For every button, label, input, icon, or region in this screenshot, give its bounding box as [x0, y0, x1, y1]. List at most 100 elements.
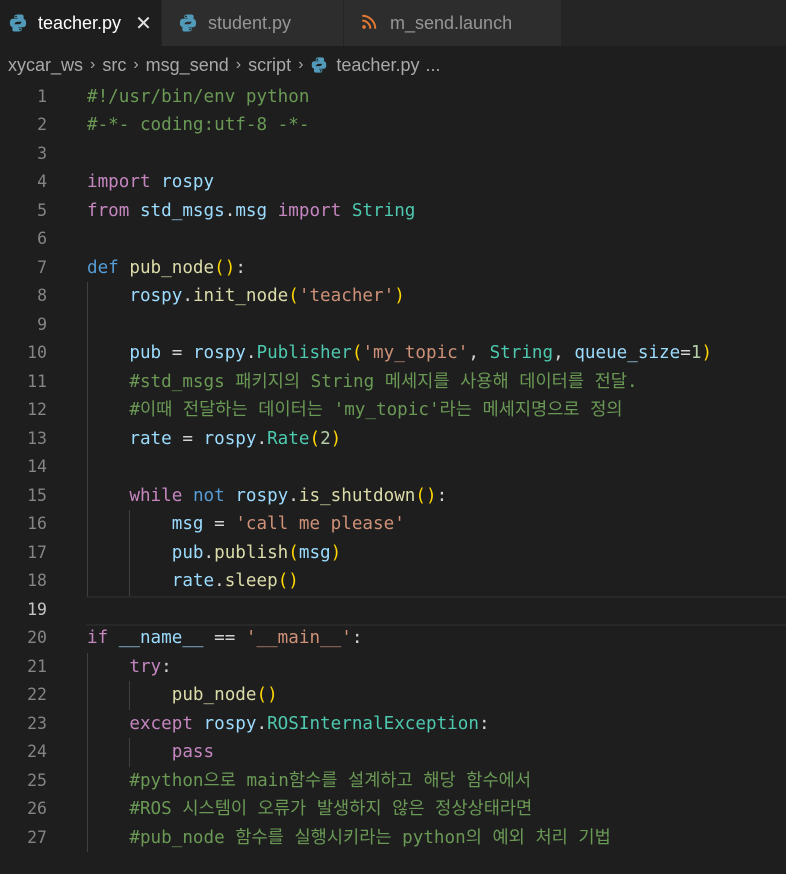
- chevron-right-icon: ›: [235, 56, 242, 73]
- code-text: while not rospy.is_shutdown():: [129, 485, 448, 506]
- line-number: 24: [27, 742, 47, 761]
- code-text: pass: [171, 742, 215, 762]
- line-number: 2: [37, 115, 47, 134]
- code-text: try:: [129, 656, 172, 677]
- code-text: pub_node(): [171, 685, 278, 705]
- code-text: rate.sleep(): [171, 571, 299, 591]
- code-line[interactable]: 3: [0, 140, 786, 169]
- line-number: 3: [37, 143, 47, 163]
- code-line[interactable]: 27 #pub_node 함수를 실행시키라는 python의 예외 처리 기법: [0, 824, 786, 853]
- code-text: rospy.init_node('teacher'): [129, 286, 405, 306]
- code-text: rate = rospy.Rate(2): [129, 428, 342, 449]
- close-icon[interactable]: ✕: [135, 11, 152, 36]
- code-text: #std_msgs 패키지의 String 메세지를 사용해 데이터를 전달.: [129, 371, 638, 392]
- line-number: 10: [27, 343, 47, 362]
- indent-guide: [87, 282, 88, 596]
- line-number: 1: [37, 86, 47, 106]
- line-number: 12: [27, 400, 47, 419]
- tab-label: m_send.launch: [390, 12, 513, 33]
- code-text: msg = 'call me please': [171, 514, 405, 534]
- chevron-right-icon: ›: [133, 56, 139, 73]
- line-number: 18: [27, 571, 47, 590]
- tab-label: teacher.py: [38, 12, 122, 33]
- breadcrumb: xycar_ws › src › msg_send › script › teacher.py.…: [0, 46, 786, 84]
- code-line[interactable]: 6: [0, 225, 786, 254]
- code-line[interactable]: 18 rate.sleep(): [0, 567, 786, 596]
- code-text: pub = rospy.Publisher('my_topic', String…: [129, 343, 713, 363]
- code-text: #pub_node 함수를 실행시키라는 python의 예외 처리 기법: [129, 827, 611, 848]
- breadcrumb-item[interactable]: script: [248, 55, 291, 76]
- code-line[interactable]: 24 pass: [0, 738, 786, 767]
- code-line[interactable]: 13 rate = rospy.Rate(2): [0, 425, 786, 454]
- code-text: except rospy.ROSInternalException:: [129, 713, 490, 734]
- code-line[interactable]: 9: [0, 311, 786, 340]
- code-text: import rospy: [87, 172, 215, 192]
- line-number: 15: [27, 485, 47, 505]
- line-number: 17: [27, 542, 47, 562]
- code-text: #python으로 main함수를 설계하고 해당 함수에서: [129, 770, 532, 791]
- tab-teacher-py[interactable]: teacher.py ✕: [0, 0, 162, 46]
- code-line[interactable]: 16 msg = 'call me please': [0, 510, 786, 539]
- code-text: #ROS 시스템이 오류가 발생하지 않은 정상상태라면: [129, 799, 533, 819]
- line-number: 11: [27, 371, 47, 391]
- line-number: 9: [37, 314, 47, 334]
- code-line[interactable]: 2 #-*- coding:utf-8 -*-: [0, 111, 786, 140]
- code-line[interactable]: 26 #ROS 시스템이 오류가 발생하지 않은 정상상태라면: [0, 795, 786, 824]
- indent-guide: [129, 681, 131, 710]
- line-number: 16: [27, 514, 47, 533]
- code-text: from std_msgs.msg import String: [87, 200, 416, 221]
- chevron-right-icon: ›: [298, 56, 304, 73]
- code-line[interactable]: 15 while not rospy.is_shutdown():: [0, 482, 786, 511]
- line-number: 13: [27, 428, 47, 448]
- code-line[interactable]: 11 #std_msgs 패키지의 String 메세지를 사용해 데이터를 전…: [0, 368, 786, 397]
- code-text: #-*- coding:utf-8 -*-: [87, 115, 310, 135]
- code-text: #이때 전달하는 데이터는 'my_topic'라는 메세지명으로 정의: [129, 400, 623, 420]
- tab-m-send-launch[interactable]: m_send.launch: [344, 0, 562, 46]
- breadcrumb-item[interactable]: ...: [425, 55, 440, 76]
- line-number: 22: [27, 685, 47, 704]
- line-number: 14: [27, 457, 47, 476]
- code-line[interactable]: 10 pub = rospy.Publisher('my_topic', Str…: [0, 339, 786, 368]
- code-line[interactable]: 1 #!/usr/bin/env python: [0, 84, 786, 111]
- line-number: 25: [27, 770, 47, 790]
- code-line[interactable]: 5 from std_msgs.msg import String: [0, 197, 786, 226]
- code-line[interactable]: 19: [0, 596, 786, 625]
- tab-student-py[interactable]: student.py: [162, 0, 344, 46]
- breadcrumb-item[interactable]: msg_send: [146, 55, 229, 76]
- line-number: 19: [27, 599, 47, 619]
- tab-label: student.py: [208, 12, 292, 33]
- breadcrumb-item[interactable]: src: [102, 55, 126, 76]
- line-number: 4: [37, 172, 47, 191]
- line-number: 5: [37, 200, 47, 220]
- chevron-right-icon: ›: [90, 56, 96, 73]
- tab-bar: teacher.py ✕ student.py m_send.launch: [0, 0, 786, 46]
- line-number: 8: [37, 286, 47, 305]
- code-line[interactable]: 8 rospy.init_node('teacher'): [0, 282, 786, 311]
- code-line[interactable]: 7 def pub_node():: [0, 254, 786, 283]
- code-line[interactable]: 14: [0, 453, 786, 482]
- code-line[interactable]: 4 import rospy: [0, 168, 786, 197]
- line-number: 27: [27, 827, 47, 847]
- code-line[interactable]: 22 pub_node(): [0, 681, 786, 710]
- python-icon: [8, 13, 28, 33]
- rss-icon: [360, 13, 380, 33]
- line-number: 6: [37, 229, 47, 248]
- code-text: pub.publish(msg): [171, 542, 342, 563]
- code-line[interactable]: 20 if __name__ == '__main__':: [0, 624, 786, 653]
- code-line[interactable]: 12 #이때 전달하는 데이터는 'my_topic'라는 메세지명으로 정의: [0, 396, 786, 425]
- code-line[interactable]: 23 except rospy.ROSInternalException:: [0, 710, 786, 739]
- code-text: if __name__ == '__main__':: [87, 628, 363, 648]
- code-line[interactable]: 25 #python으로 main함수를 설계하고 해당 함수에서: [0, 767, 786, 796]
- code-line[interactable]: 17 pub.publish(msg): [0, 539, 786, 568]
- breadcrumb-item[interactable]: xycar_ws: [8, 55, 83, 76]
- code-text: def pub_node():: [87, 257, 246, 278]
- code-line[interactable]: 21 try:: [0, 653, 786, 682]
- breadcrumb-item[interactable]: teacher.py: [336, 55, 419, 76]
- code-text: #!/usr/bin/env python: [87, 86, 310, 107]
- line-number: 21: [27, 656, 47, 676]
- code-editor[interactable]: 1 #!/usr/bin/env python 2 #-*- coding:utf-8…: [0, 84, 786, 874]
- indent-guide: [129, 738, 131, 767]
- line-number: 20: [27, 628, 47, 647]
- line-number: 23: [27, 713, 47, 733]
- line-number: 26: [27, 799, 47, 818]
